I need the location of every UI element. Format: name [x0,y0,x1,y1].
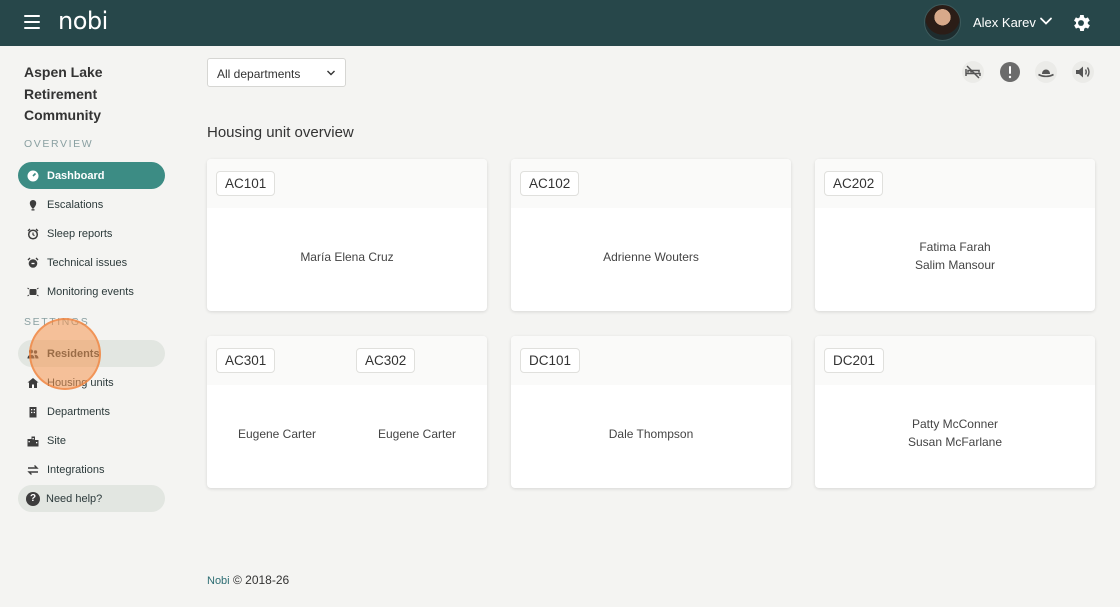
sidebar-item-housing-units[interactable]: Housing units [18,369,165,396]
unit-code-chip: AC202 [824,171,884,196]
sidebar-item-label: Housing units [47,376,114,389]
card-body: Adrienne Wouters [511,208,791,311]
user-avatar[interactable] [924,4,961,41]
sidebar-item-sleep-reports[interactable]: Sleep reports [18,220,165,247]
house-icon [27,377,39,389]
housing-unit-card[interactable]: AC102 Adrienne Wouters [511,159,791,311]
resident-name: María Elena Cruz [300,250,394,264]
housing-unit-card[interactable]: AC101 María Elena Cruz [207,159,487,311]
card-header: DC101 [511,336,791,385]
unit-code-chip: AC102 [520,171,580,196]
user-name[interactable]: Alex Karev [973,15,1036,30]
resident-name: Susan McFarlane [907,435,1003,449]
resident-name: Dale Thompson [608,427,694,441]
alert-circle-icon[interactable] [999,61,1021,83]
resident-name: Salim Mansour [914,258,996,272]
resident-name: Fatima Farah [919,240,991,254]
dashboard-gauge-icon [27,170,39,182]
escalation-pin-icon [27,199,39,211]
need-help-button[interactable]: ? Need help? [18,485,165,512]
card-body: Patty McConner Susan McFarlane [815,385,1095,488]
sidebar-item-label: Escalations [47,198,104,211]
bed-off-icon[interactable] [962,61,984,83]
sidebar-item-label: Residents [47,347,100,360]
sidebar-item-departments[interactable]: Departments [18,398,165,425]
card-body: Fatima Farah Salim Mansour [815,208,1095,311]
sidebar-item-integrations[interactable]: Integrations [18,456,165,483]
monitor-activity-icon [27,286,39,298]
hat-icon[interactable] [1035,61,1057,83]
footer-copyright: © 2018-26 [232,573,290,587]
hamburger-icon[interactable] [24,15,40,31]
sidebar-item-residents[interactable]: Residents [18,340,165,367]
card-body: María Elena Cruz [207,208,487,311]
resident-name: Adrienne Wouters [603,250,699,264]
card-header: DC201 [815,336,1095,385]
department-select-value: All departments [217,67,301,81]
sidebar-item-label: Integrations [47,463,105,476]
card-header: AC301 AC302 [207,336,487,385]
app-logo[interactable]: nobi [58,7,108,35]
speaker-icon[interactable] [1072,61,1094,83]
question-circle-icon: ? [26,491,40,506]
card-header: AC102 [511,159,791,208]
sidebar-item-label: Sleep reports [47,227,113,240]
sidebar-item-label: Monitoring events [47,285,134,298]
unit-code-chip: DC201 [824,348,885,373]
footer: Nobi © 2018-26 [207,573,289,587]
unit-code-chip: DC101 [520,348,581,373]
sidebar-item-site[interactable]: Site [18,427,165,454]
housing-unit-card[interactable]: DC101 Dale Thompson [511,336,791,488]
sidebar-item-label: Site [47,434,66,447]
unit-code-chip: AC101 [216,171,276,196]
sidebar-item-label: Departments [47,405,110,418]
settings-section-label: SETTINGS [24,316,90,328]
resident-name: Patty McConner [911,417,999,431]
swap-arrows-icon [27,464,39,476]
sidebar-item-technical-issues[interactable]: Technical issues [18,249,165,276]
sidebar-item-label: Technical issues [47,256,128,269]
top-bar: nobi Alex Karev [0,0,1120,46]
organization-name: Aspen Lake Retirement Community [24,64,103,123]
sidebar-item-label: Dashboard [47,169,105,182]
housing-unit-card[interactable]: AC202 Fatima Farah Salim Mansour [815,159,1095,311]
card-body: Eugene Carter Eugene Carter [207,385,487,488]
page-title: Housing unit overview [207,124,354,141]
resident-name: Eugene Carter [377,427,457,441]
housing-unit-card[interactable]: DC201 Patty McConner Susan McFarlane [815,336,1095,488]
department-select[interactable]: All departments [207,58,346,87]
overview-section-label: OVERVIEW [24,138,94,150]
card-header: AC101 [207,159,487,208]
sidebar-item-dashboard[interactable]: Dashboard [18,162,165,189]
resident-name: Eugene Carter [237,427,317,441]
wrench-alarm-icon [27,257,39,269]
chevron-down-icon [327,70,335,76]
building-icon [27,406,39,418]
need-help-label: Need help? [46,492,103,505]
site-buildings-icon [27,435,39,447]
people-icon [27,348,39,360]
unit-code-chip: AC301 [216,348,276,373]
gear-icon[interactable] [1070,12,1092,34]
alarm-clock-icon [27,228,39,240]
card-body: Dale Thompson [511,385,791,488]
housing-unit-card[interactable]: AC301 AC302 Eugene Carter Eugene Carter [207,336,487,488]
footer-brand-link[interactable]: Nobi [207,575,230,587]
card-header: AC202 [815,159,1095,208]
chevron-down-icon[interactable] [1039,14,1053,28]
unit-code-chip: AC302 [356,348,416,373]
sidebar-item-monitoring-events[interactable]: Monitoring events [18,278,165,305]
sidebar-item-escalations[interactable]: Escalations [18,191,165,218]
